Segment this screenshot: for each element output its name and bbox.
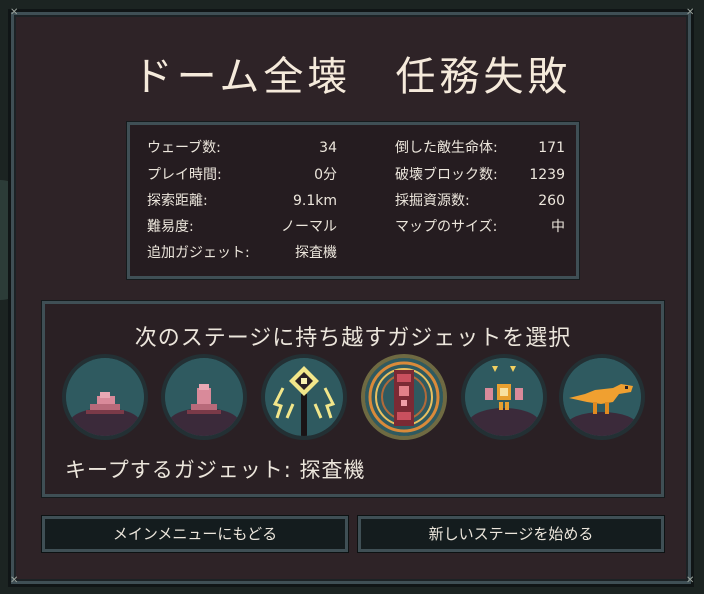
stat-row-playtime: プレイ時間: 0分 — [147, 163, 337, 187]
probe-device-icon — [365, 358, 443, 436]
dome-turret-icon — [66, 358, 144, 436]
stat-value: 探査機 — [295, 245, 337, 261]
gadget-select-panel: 次のステージに持ち越すガジェットを選択 キープするガジェット: 探査機 — [42, 301, 664, 497]
gadget-option-4[interactable] — [361, 354, 447, 440]
stat-label: プレイ時間: — [147, 167, 222, 183]
stat-label: 破壊ブロック数: — [395, 167, 498, 183]
stat-value: 171 — [538, 140, 565, 156]
gadget-option-3[interactable] — [261, 354, 347, 440]
stat-value: 9.1km — [292, 193, 337, 209]
gadget-option-6[interactable] — [559, 354, 645, 440]
gadget-option-5[interactable] — [461, 354, 547, 440]
stats-panel: ウェーブ数: 34 プレイ時間: 0分 探索距離: 9.1km 難易度: ノーマ… — [127, 122, 579, 279]
stat-row-resources-mined: 採掘資源数: 260 — [395, 189, 565, 213]
stat-label: ウェーブ数: — [147, 140, 221, 156]
stat-row-blocks-destroyed: 破壊ブロック数: 1239 — [395, 163, 565, 187]
gadget-option-1[interactable] — [62, 354, 148, 440]
stat-label: 追加ガジェット: — [147, 245, 250, 261]
stat-value: 0分 — [314, 167, 337, 183]
corner-ornament: ✕ — [686, 575, 695, 586]
dome-cannon-icon — [165, 358, 243, 436]
stat-label: 探索距離: — [147, 193, 208, 209]
stat-label: 難易度: — [147, 219, 194, 235]
drone-helper-icon — [465, 358, 543, 436]
stat-row-difficulty: 難易度: ノーマル — [147, 215, 337, 239]
stat-row-distance: 探索距離: 9.1km — [147, 189, 337, 213]
new-stage-button[interactable]: 新しいステージを始める — [358, 516, 664, 552]
gadget-select-heading: 次のステージに持ち越すガジェットを選択 — [134, 326, 572, 351]
stat-label: 採掘資源数: — [395, 193, 470, 209]
stat-value: ノーマル — [281, 219, 337, 235]
corner-ornament: ✕ — [686, 7, 695, 18]
corner-ornament: ✕ — [10, 7, 19, 18]
kept-gadget-label: キープするガジェット: 探査機 — [65, 458, 366, 482]
stat-value: 260 — [538, 193, 565, 209]
corner-ornament: ✕ — [10, 575, 19, 586]
stat-label: マップのサイズ: — [395, 219, 498, 235]
orb-shield-icon — [265, 358, 343, 436]
stat-row-extra-gadget: 追加ガジェット: 探査機 — [147, 241, 337, 265]
stat-value: 34 — [319, 140, 337, 156]
stat-value: 中 — [551, 219, 565, 235]
stat-label: 倒した敵生命体: — [395, 140, 498, 156]
dinosaur-pet-icon — [563, 358, 641, 436]
stat-row-enemies-killed: 倒した敵生命体: 171 — [395, 136, 565, 160]
result-title: ドーム全壊 任務失敗 — [132, 54, 572, 100]
main-menu-button[interactable]: メインメニューにもどる — [42, 516, 348, 552]
stat-row-map-size: マップのサイズ: 中 — [395, 215, 565, 239]
stat-row-waves: ウェーブ数: 34 — [147, 136, 337, 160]
gadget-option-2[interactable] — [161, 354, 247, 440]
stat-value: 1239 — [529, 167, 565, 183]
